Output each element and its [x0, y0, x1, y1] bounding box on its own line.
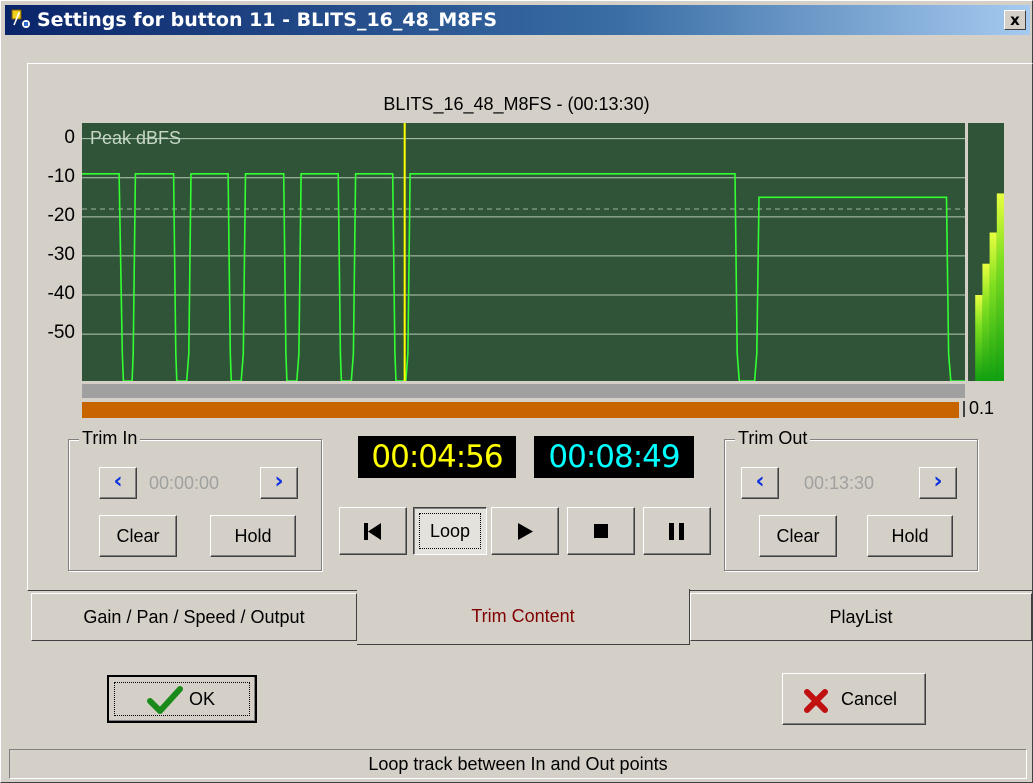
remaining-counter: 00:08:49	[534, 436, 694, 478]
y-tick-label: -40	[47, 283, 75, 304]
peak-dbfs-label: Peak dBFS	[90, 128, 182, 148]
tab-gain-pan-speed-output[interactable]: Gain / Pan / Speed / Output	[31, 593, 357, 641]
waveform-line	[82, 172, 965, 381]
close-button[interactable]: x	[1004, 10, 1026, 30]
trim-in-next-button[interactable]: ›	[260, 467, 298, 499]
ok-button[interactable]: OK	[107, 675, 257, 723]
zoom-slider-track[interactable]	[82, 402, 959, 418]
app-icon	[11, 9, 30, 28]
chevron-left-icon: ‹	[755, 469, 765, 494]
stop-button[interactable]	[567, 507, 635, 555]
level-meter-svg	[975, 193, 1004, 381]
tab-trim-content[interactable]: Trim Content	[357, 589, 690, 645]
trim-out-title: Trim Out	[735, 428, 811, 449]
waveform-plot[interactable]: Peak dBFS	[82, 123, 965, 381]
trim-out-hold-button[interactable]: Hold	[867, 515, 953, 557]
meter-bar	[975, 295, 983, 381]
settings-window: Settings for button 11 - BLITS_16_48_M8F…	[0, 0, 1033, 783]
meter-bar	[989, 232, 997, 381]
skip-to-start-icon	[364, 523, 381, 540]
position-counter: 00:04:56	[358, 436, 516, 478]
play-icon	[518, 523, 533, 540]
trim-out-time: 00:13:30	[804, 473, 875, 493]
y-tick-label: -20	[47, 204, 75, 226]
trim-out-next-button[interactable]: ›	[919, 467, 957, 499]
checkmark-icon	[147, 686, 183, 714]
ok-label: OK	[189, 689, 216, 709]
play-button[interactable]	[491, 507, 559, 555]
zoom-value: 0.1	[969, 398, 995, 418]
chevron-left-icon: ‹	[113, 469, 123, 494]
y-tick-label: 0	[64, 126, 75, 148]
zoom-slider-thumb[interactable]	[963, 401, 965, 417]
trim-in-hold-button[interactable]: Hold	[210, 515, 296, 557]
y-tick-label: -30	[47, 243, 75, 265]
loop-label: Loop	[419, 513, 481, 549]
meter-bar	[996, 193, 1004, 381]
y-tick-label: -50	[47, 322, 75, 344]
red-x-icon	[804, 689, 828, 713]
tab-playlist[interactable]: PlayList	[690, 593, 1032, 641]
chevron-right-icon: ›	[274, 469, 284, 494]
rewind-to-start-button[interactable]	[339, 507, 407, 555]
trim-in-clear-button[interactable]: Clear	[99, 515, 177, 557]
waveform-scrollbar[interactable]	[82, 384, 965, 398]
pause-button[interactable]	[643, 507, 711, 555]
cancel-button[interactable]: Cancel	[782, 673, 926, 725]
trim-in-time: 00:00:00	[149, 473, 220, 493]
status-bar: Loop track between In and Out points	[9, 749, 1027, 779]
waveform-svg	[82, 123, 965, 381]
window-title: Settings for button 11 - BLITS_16_48_M8F…	[37, 9, 498, 31]
title-bar[interactable]: Settings for button 11 - BLITS_16_48_M8F…	[5, 5, 1030, 35]
trim-in-prev-button[interactable]: ‹	[99, 467, 137, 499]
cancel-label: Cancel	[841, 689, 898, 709]
pause-icon	[669, 523, 684, 540]
chevron-right-icon: ›	[933, 469, 943, 494]
level-meter	[968, 123, 1004, 381]
trim-out-clear-button[interactable]: Clear	[759, 515, 837, 557]
trim-in-title: Trim In	[79, 428, 141, 449]
trim-out-prev-button[interactable]: ‹	[741, 467, 779, 499]
y-tick-label: -10	[47, 165, 75, 187]
track-title: BLITS_16_48_M8FS - (00:13:30)	[383, 94, 650, 114]
meter-bar	[982, 263, 990, 381]
stop-icon	[594, 524, 608, 538]
loop-button[interactable]: Loop	[413, 507, 487, 555]
